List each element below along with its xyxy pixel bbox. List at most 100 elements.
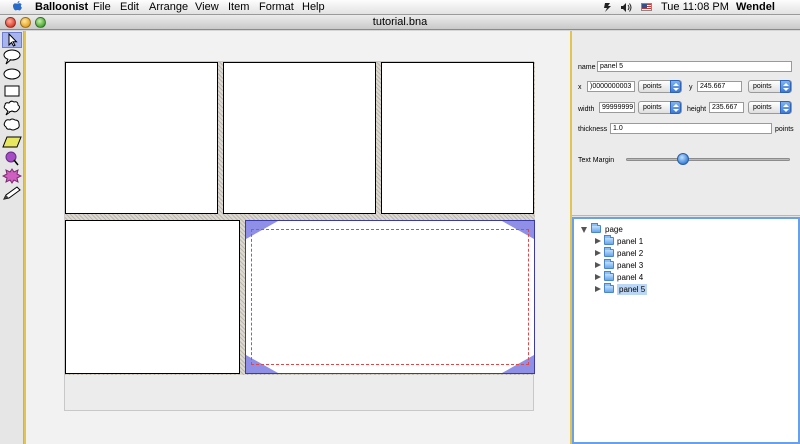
height-unit-popup[interactable]: points bbox=[748, 101, 792, 114]
pin-tool[interactable] bbox=[2, 151, 22, 167]
app-menu[interactable]: Balloonist bbox=[35, 1, 88, 14]
window-title: tutorial.bna bbox=[372, 16, 428, 28]
volume-icon[interactable] bbox=[620, 2, 633, 13]
tree-item-label: panel 3 bbox=[617, 261, 644, 270]
y-unit-popup[interactable]: points bbox=[748, 80, 792, 93]
caption-icon bbox=[2, 136, 22, 148]
apple-icon[interactable] bbox=[12, 0, 23, 13]
menu-view[interactable]: View bbox=[195, 1, 219, 14]
menu-help[interactable]: Help bbox=[302, 1, 325, 14]
tree-item-label: panel 4 bbox=[617, 273, 644, 282]
tree-item-panel-1[interactable]: panel 1 bbox=[595, 235, 715, 247]
height-field[interactable]: 235.667 bbox=[709, 102, 744, 113]
y-label: y bbox=[689, 84, 693, 91]
panel-4[interactable] bbox=[65, 220, 240, 374]
y-unit-value: points bbox=[753, 83, 772, 90]
tree-item-panel-5[interactable]: panel 5 bbox=[595, 283, 715, 295]
thickness-label: thickness bbox=[578, 126, 608, 133]
panel-3[interactable] bbox=[381, 62, 534, 214]
menu-edit[interactable]: Edit bbox=[120, 1, 139, 14]
name-field[interactable]: panel 5 bbox=[597, 61, 792, 72]
window-titlebar: tutorial.bna bbox=[0, 15, 800, 30]
folder-icon bbox=[591, 223, 601, 233]
folder-icon bbox=[604, 235, 614, 245]
text-margin-slider[interactable] bbox=[626, 158, 790, 161]
tree-item-label: panel 2 bbox=[617, 249, 644, 258]
pencil-tool[interactable] bbox=[2, 185, 22, 201]
panel-1[interactable] bbox=[65, 62, 218, 214]
oval-icon bbox=[3, 68, 21, 80]
panel-5[interactable] bbox=[245, 220, 535, 374]
arrow-icon bbox=[8, 32, 18, 47]
flag-icon[interactable] bbox=[641, 3, 652, 11]
thought-balloon-tool[interactable] bbox=[2, 117, 22, 133]
panel-2[interactable] bbox=[223, 62, 376, 214]
arrow-tool[interactable] bbox=[2, 32, 22, 48]
properties-panel: name panel 5 x )0000000003 points y 245.… bbox=[572, 31, 800, 216]
menu-format[interactable]: Format bbox=[259, 1, 294, 14]
width-field[interactable]: 99999999 bbox=[599, 102, 635, 113]
cloud-balloon-icon bbox=[3, 100, 20, 116]
thickness-field[interactable]: 1.0 bbox=[610, 123, 772, 134]
tree-root-page[interactable]: page bbox=[581, 223, 701, 235]
x-field[interactable]: )0000000003 bbox=[587, 81, 635, 92]
speech-balloon-tool[interactable] bbox=[2, 49, 22, 65]
text-margin-label: Text Margin bbox=[578, 157, 615, 164]
inspector-sidebar: name panel 5 x )0000000003 points y 245.… bbox=[572, 31, 800, 444]
oval-tool[interactable] bbox=[2, 66, 22, 82]
menu-item[interactable]: Item bbox=[228, 1, 249, 14]
thickness-unit: points bbox=[775, 126, 794, 133]
page-area[interactable] bbox=[65, 62, 535, 375]
menu-arrange[interactable]: Arrange bbox=[149, 1, 188, 14]
rectangle-icon bbox=[4, 85, 20, 97]
tree-item-panel-2[interactable]: panel 2 bbox=[595, 247, 715, 259]
menu-clock[interactable]: Tue 11:08 PM bbox=[661, 1, 729, 14]
text-margin-slider-knob[interactable] bbox=[677, 153, 690, 165]
text-margin-guide bbox=[251, 229, 529, 365]
burst-tool[interactable] bbox=[1, 168, 23, 184]
disclosure-open-icon[interactable] bbox=[581, 227, 587, 233]
tree-item-label: panel 1 bbox=[617, 237, 644, 246]
folder-icon bbox=[604, 247, 614, 257]
caption-tool[interactable] bbox=[2, 134, 22, 150]
width-unit-value: points bbox=[643, 104, 662, 111]
menu-file[interactable]: File bbox=[93, 1, 111, 14]
cloud-balloon-tool[interactable] bbox=[2, 100, 22, 116]
y-field[interactable]: 245.667 bbox=[697, 81, 742, 92]
chevron-updown-icon bbox=[780, 101, 791, 114]
speech-balloon-icon bbox=[3, 49, 21, 65]
height-label: height bbox=[687, 106, 707, 113]
folder-icon bbox=[604, 259, 614, 269]
tree-item-label: panel 5 bbox=[617, 284, 648, 295]
page-sheet bbox=[64, 61, 535, 411]
thought-balloon-icon bbox=[3, 118, 20, 131]
chevron-updown-icon bbox=[780, 80, 791, 93]
disclosure-closed-icon[interactable] bbox=[595, 274, 601, 280]
toolbox bbox=[0, 31, 24, 444]
burst-icon bbox=[1, 168, 23, 184]
name-label: name bbox=[578, 64, 596, 71]
tree-root-label: page bbox=[605, 225, 623, 234]
disclosure-closed-icon[interactable] bbox=[595, 286, 601, 292]
chevron-updown-icon bbox=[670, 101, 681, 114]
rectangle-tool[interactable] bbox=[2, 83, 22, 99]
disclosure-closed-icon[interactable] bbox=[595, 238, 601, 244]
document-canvas[interactable] bbox=[24, 31, 572, 444]
script-icon[interactable] bbox=[603, 2, 612, 13]
width-label: width bbox=[578, 106, 595, 113]
disclosure-closed-icon[interactable] bbox=[595, 262, 601, 268]
height-unit-value: points bbox=[753, 104, 772, 111]
x-unit-popup[interactable]: points bbox=[638, 80, 682, 93]
x-label: x bbox=[578, 84, 582, 91]
tree-item-panel-4[interactable]: panel 4 bbox=[595, 271, 715, 283]
folder-icon bbox=[604, 271, 614, 281]
outline-view[interactable]: page panel 1 panel 2 panel 3 panel 4 pan… bbox=[572, 217, 800, 444]
pin-icon bbox=[5, 151, 19, 166]
menu-bar: Balloonist File Edit Arrange View Item F… bbox=[0, 0, 800, 26]
chevron-updown-icon bbox=[670, 80, 681, 93]
tree-item-panel-3[interactable]: panel 3 bbox=[595, 259, 715, 271]
x-unit-value: points bbox=[643, 83, 662, 90]
disclosure-closed-icon[interactable] bbox=[595, 250, 601, 256]
folder-icon bbox=[604, 283, 614, 293]
width-unit-popup[interactable]: points bbox=[638, 101, 682, 114]
